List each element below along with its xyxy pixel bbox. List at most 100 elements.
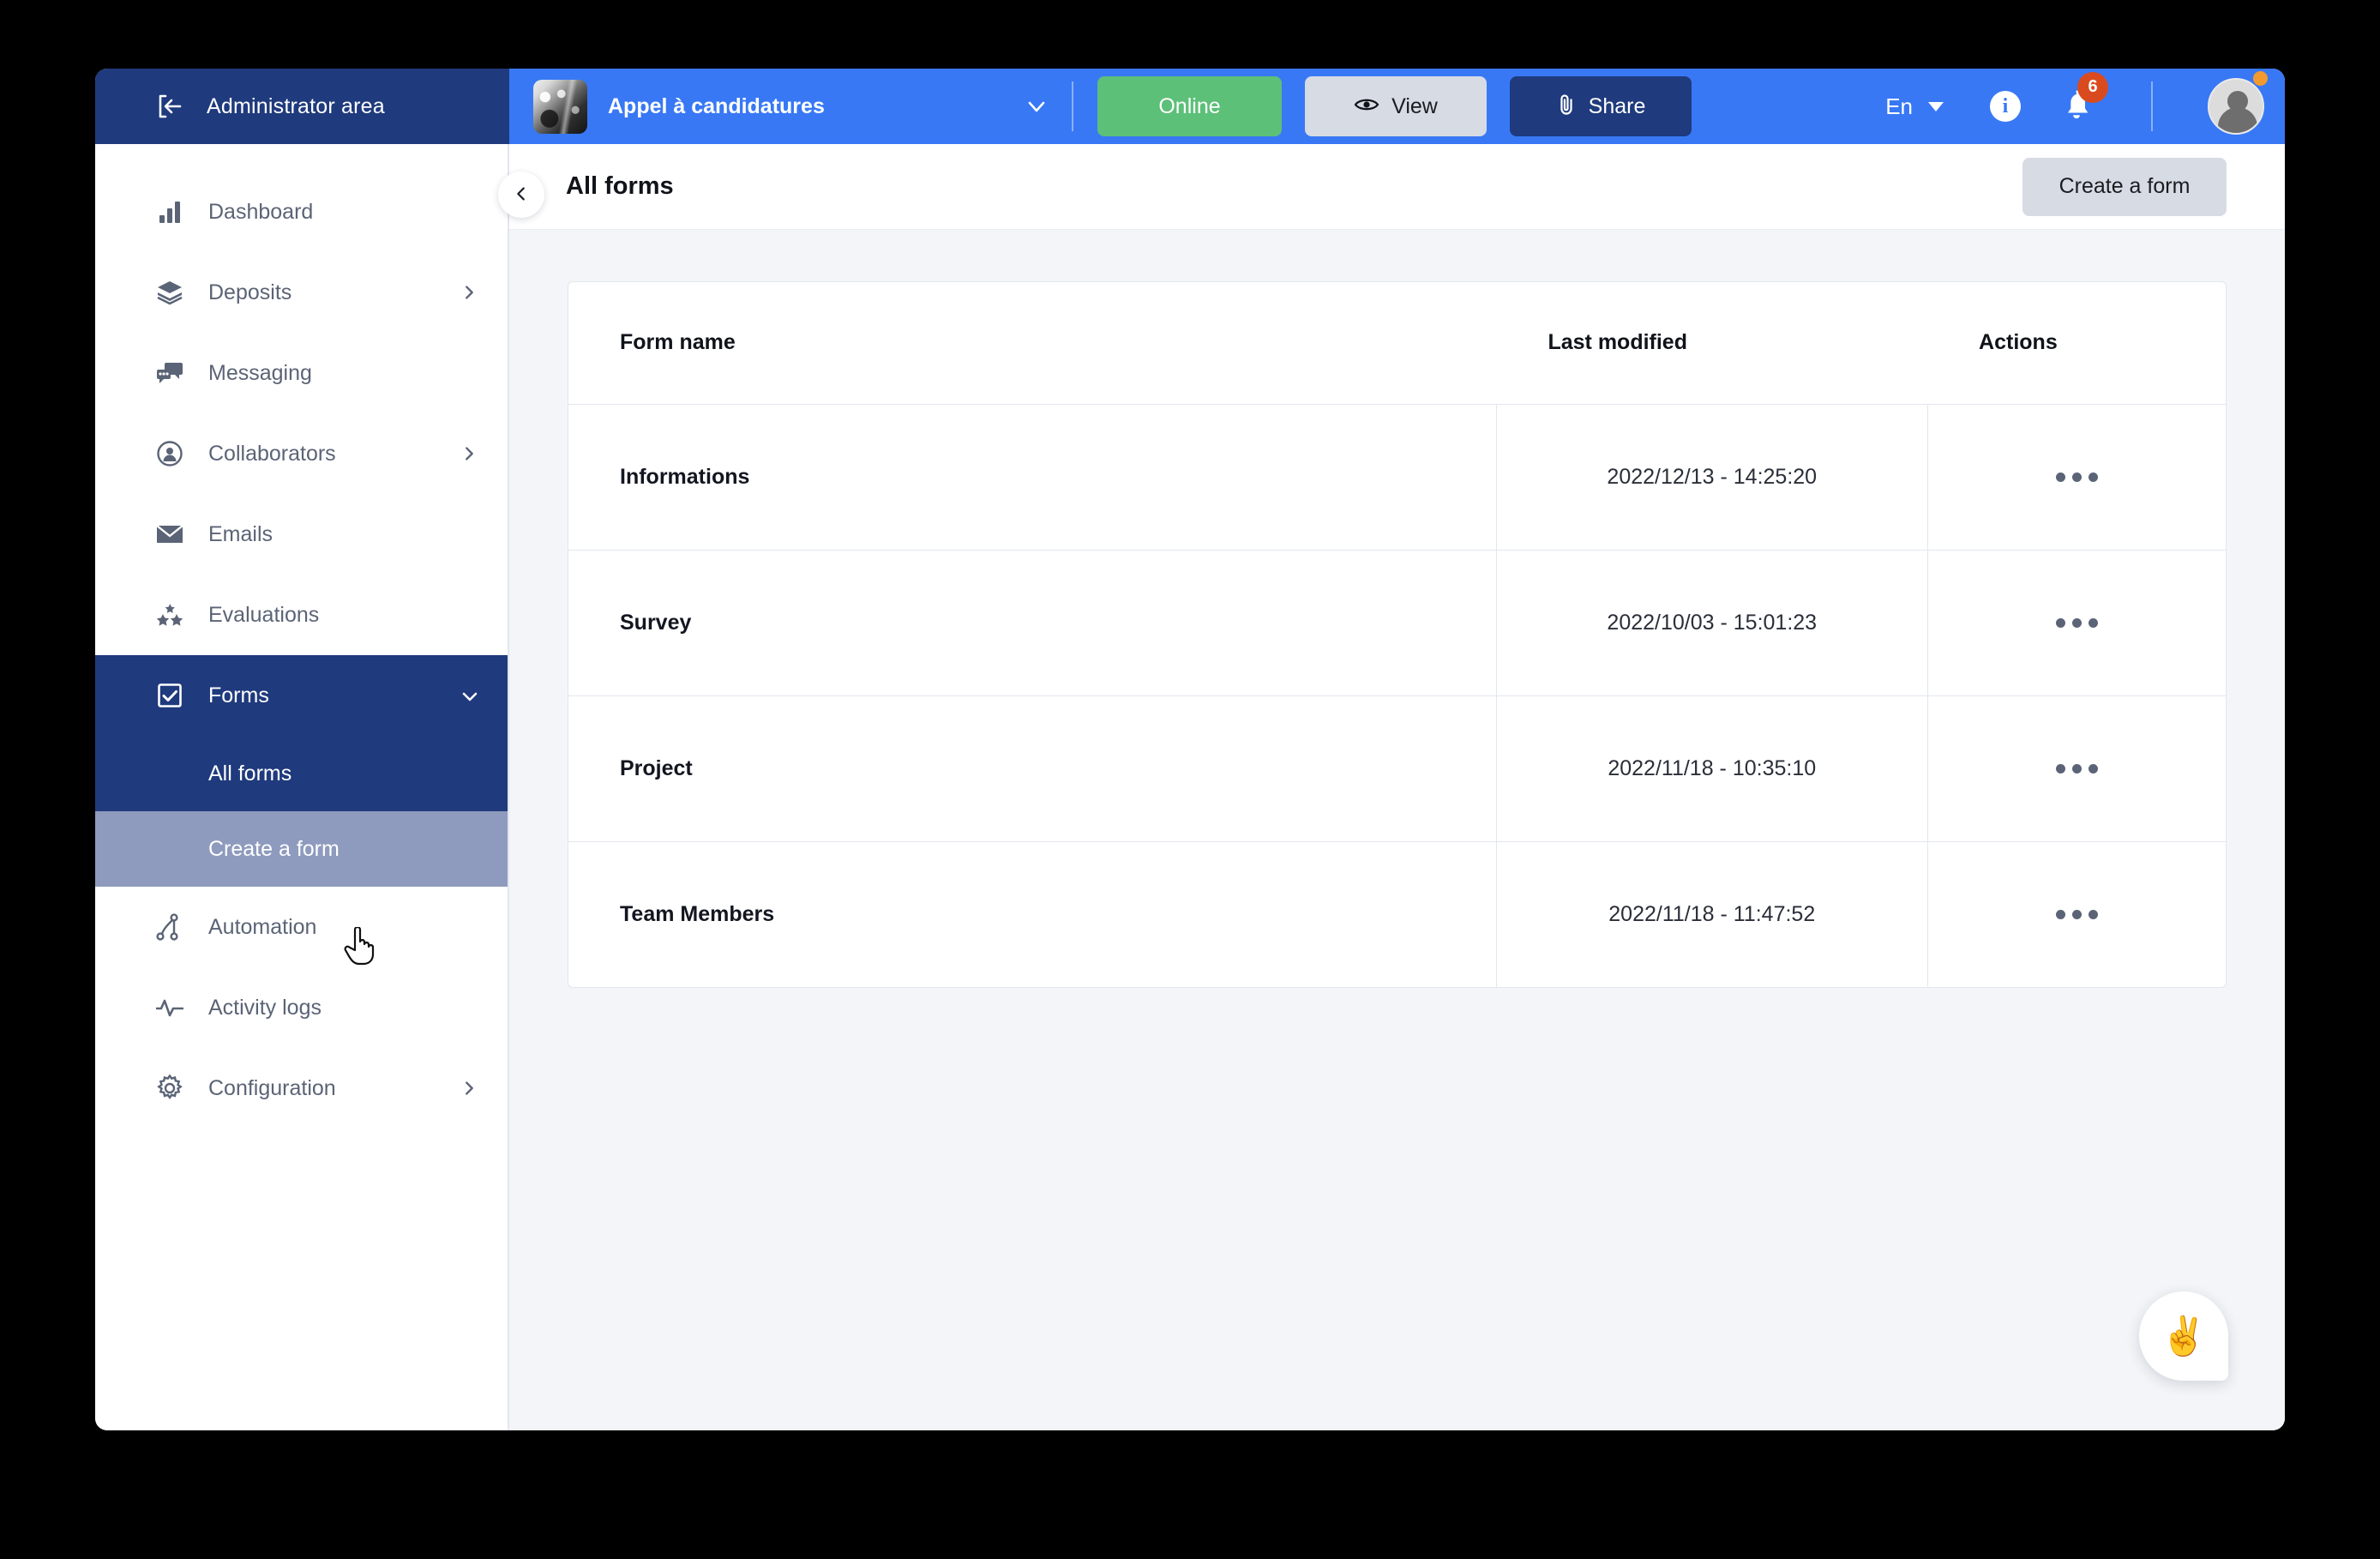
gear-icon [155,1074,184,1103]
share-button[interactable]: Share [1510,76,1692,136]
share-button-label: Share [1588,93,1646,118]
table-head: Form name Last modified Actions [568,282,2226,405]
table-header-row: Form name Last modified Actions [568,282,2226,405]
bar-chart-icon [155,197,184,226]
view-button[interactable]: View [1305,76,1487,136]
last-modified-cell: 2022/11/18 - 11:47:52 [1495,841,1928,987]
actions-cell [1927,550,2226,696]
sidebar-item-configuration[interactable]: Configuration [95,1048,508,1129]
actions-cell [1927,841,2226,987]
eye-icon [1354,94,1379,119]
table-row[interactable]: Team Members 2022/11/18 - 11:47:52 [568,841,2226,987]
actions-cell [1927,404,2226,551]
column-header-last-modified: Last modified [1496,282,1928,405]
divider [2151,81,2153,131]
sidebar-collapse-toggle[interactable] [498,172,544,218]
last-modified-cell: 2022/11/18 - 10:35:10 [1495,695,1928,842]
sidebar-item-label: Forms [208,683,269,707]
sidebar-item-activity-logs[interactable]: Activity logs [95,967,508,1048]
main-content: All forms Create a form Form name Last m… [509,144,2285,1430]
sidebar-item-label: Activity logs [208,995,322,1020]
avatar[interactable] [2208,71,2268,135]
chevron-right-icon [460,1079,478,1098]
sidebar-subitem-create-a-form[interactable]: Create a form [95,811,508,887]
form-name-cell: Survey [568,550,1497,696]
column-header-form-name: Form name [568,282,1497,405]
chevron-down-icon [460,686,478,705]
top-bar: Administrator area Appel à candidatures … [95,69,2285,144]
view-button-label: View [1391,93,1438,118]
user-circle-icon [155,439,184,468]
sidebar-item-collaborators[interactable]: Collaborators [95,413,508,494]
content-area: Form name Last modified Actions Informat… [509,230,2285,1430]
sidebar-item-label: Collaborators [208,441,336,466]
sidebar-item-evaluations[interactable]: Evaluations [95,575,508,655]
sidebar: Dashboard Deposits Messaging Collaborato… [95,144,544,1430]
checkbox-icon [155,681,184,710]
sidebar-item-dashboard[interactable]: Dashboard [95,172,508,252]
chevron-right-icon [460,444,478,463]
create-a-form-button[interactable]: Create a form [2022,157,2227,216]
info-icon[interactable]: i [1990,91,2021,122]
sidebar-item-messaging[interactable]: Messaging [95,333,508,413]
language-selector[interactable]: En [1885,93,1944,120]
body: Dashboard Deposits Messaging Collaborato… [95,144,2285,1430]
sidebar-item-label: Messaging [208,360,312,385]
chevron-left-icon [512,184,531,206]
paperclip-icon [1556,93,1577,121]
top-bar-tail: En i 6 [1885,71,2268,135]
sidebar-subitem-all-forms[interactable]: All forms [95,736,508,811]
table-row[interactable]: Project 2022/11/18 - 10:35:10 [568,695,2226,842]
chat-icon [155,358,184,388]
last-modified-cell: 2022/12/13 - 14:25:20 [1495,404,1928,551]
sidebar-item-label: Dashboard [208,199,314,224]
table-row[interactable]: Survey 2022/10/03 - 15:01:23 [568,550,2226,696]
sidebar-item-label: Automation [208,914,317,939]
user-avatar-icon [2208,78,2264,135]
notifications-button[interactable]: 6 [2060,71,2108,126]
project-selector[interactable]: Appel à candidatures [533,79,1048,134]
pulse-icon [155,993,184,1022]
forms-table-card: Form name Last modified Actions Informat… [568,281,2227,988]
chevron-down-icon [1928,101,1944,111]
sidebar-item-automation[interactable]: Automation [95,887,508,967]
ellipsis-horizontal-icon[interactable] [2046,462,2108,492]
logout-arrow-icon [155,92,184,121]
form-name-cell: Informations [568,404,1497,551]
sidebar-item-label: Deposits [208,280,292,304]
table-row[interactable]: Informations 2022/12/13 - 14:25:20 [568,404,2226,551]
stars-icon [155,600,184,629]
top-bar-actions: Appel à candidatures Online View Share E… [509,69,2285,144]
sidebar-item-emails[interactable]: Emails [95,494,508,575]
form-name-cell: Project [568,695,1497,842]
page-header: All forms Create a form [509,144,2285,230]
ellipsis-horizontal-icon[interactable] [2046,754,2108,784]
last-modified-cell: 2022/10/03 - 15:01:23 [1495,550,1928,696]
notification-count-badge: 6 [2077,71,2108,103]
form-name-cell: Team Members [620,901,775,926]
online-status-button[interactable]: Online [1097,76,1282,136]
language-label: En [1885,93,1913,119]
envelope-icon [155,520,184,549]
sidebar-item-forms[interactable]: Forms [95,655,508,736]
chat-support-button[interactable]: ✌️ [2139,1291,2228,1381]
bell-icon [2060,89,2093,125]
actions-cell [1927,695,2226,842]
chevron-down-icon[interactable] [1025,95,1048,117]
administrator-area-button[interactable]: Administrator area [95,69,509,144]
forms-table: Form name Last modified Actions Informat… [568,282,2226,987]
project-name-label: Appel à candidatures [608,93,825,118]
node-graph-icon [155,912,184,942]
column-header-actions: Actions [1927,282,2226,405]
sidebar-item-label: Configuration [208,1075,336,1100]
divider [1072,81,1073,131]
sidebar-item-deposits[interactable]: Deposits [95,252,508,333]
page-title: All forms [566,172,674,200]
table-body: Informations 2022/12/13 - 14:25:20 Surve… [568,404,2226,987]
sidebar-item-label: Emails [208,521,273,546]
administrator-area-label: Administrator area [207,93,385,118]
layers-icon [155,278,184,307]
ellipsis-horizontal-icon[interactable] [2046,608,2108,638]
ellipsis-horizontal-icon[interactable] [2046,900,2108,930]
sidebar-item-label: Evaluations [208,602,320,627]
